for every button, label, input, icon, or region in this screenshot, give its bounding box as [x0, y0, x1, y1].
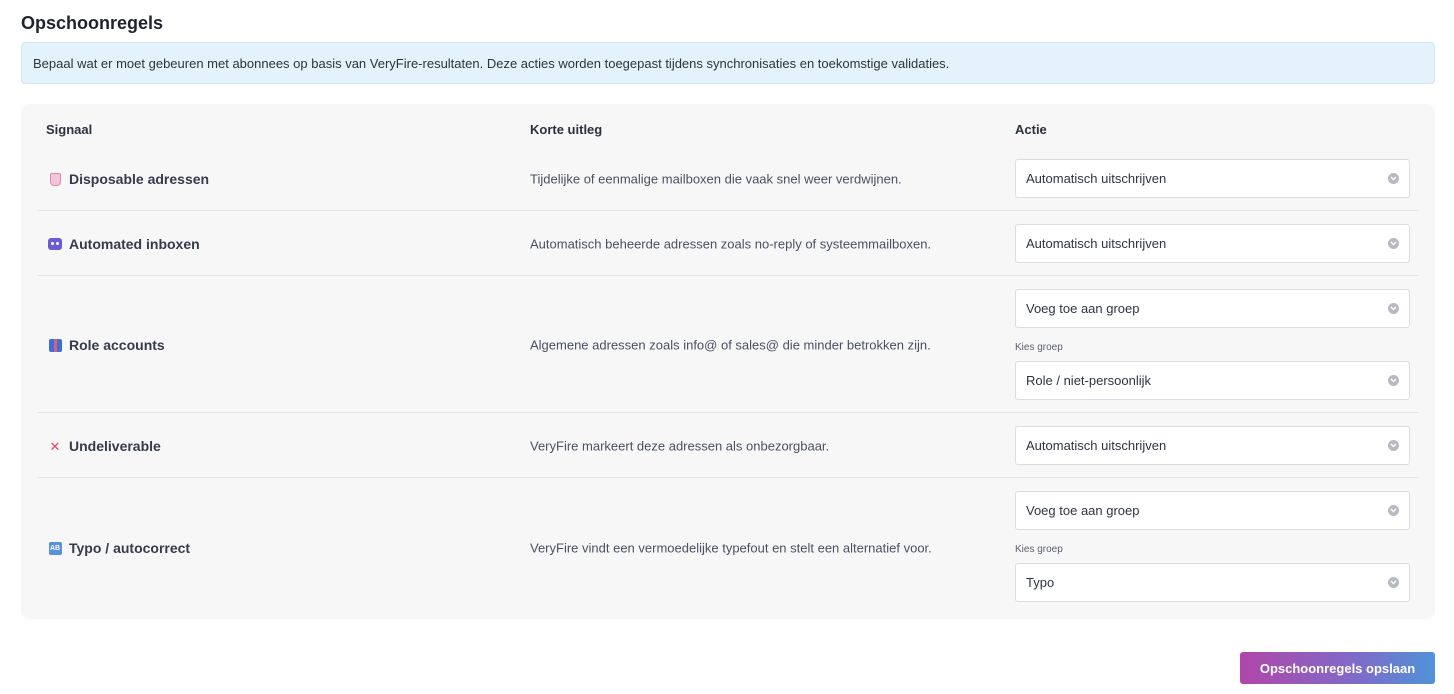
group-select-value: Typo: [1026, 575, 1055, 590]
chevron-down-icon: [1388, 303, 1399, 314]
action-select-value: Voeg toe aan groep: [1026, 503, 1140, 518]
explain-text: Automatisch beheerde adressen zoals no-r…: [530, 236, 932, 252]
action-select-value: Automatisch uitschrijven: [1026, 438, 1167, 453]
chevron-down-icon: [1388, 238, 1399, 249]
page-title: Opschoonregels: [21, 13, 164, 33]
table-row: Disposable adressen Tijdelijke of eenmal…: [37, 147, 1419, 211]
chevron-down-icon: [1388, 505, 1399, 516]
action-select[interactable]: Automatisch uitschrijven: [1015, 159, 1410, 198]
cleanup-rules-table: Signaal Korte uitleg Actie Disposable ad…: [21, 104, 1435, 619]
table-row: Role accounts Algemene adressen zoals in…: [37, 276, 1419, 413]
typo-icon: AB: [47, 540, 63, 556]
signal-cell: ✕ Undeliverable: [47, 438, 161, 454]
table-row: ✕ Undeliverable VeryFire markeert deze a…: [37, 413, 1419, 478]
robot-icon: [47, 236, 63, 252]
chevron-down-icon: [1388, 577, 1399, 588]
signal-label: Undeliverable: [69, 438, 161, 454]
explain-text: VeryFire vindt een vermoedelijke typefou…: [530, 540, 932, 556]
explain-text: Algemene adressen zoals info@ of sales@ …: [530, 337, 931, 353]
signal-label: Automated inboxen: [69, 236, 200, 252]
info-text: Bepaal wat er moet gebeuren met abonnees…: [33, 55, 950, 71]
action-select[interactable]: Voeg toe aan groep: [1015, 491, 1410, 530]
signal-cell: Role accounts: [47, 337, 165, 353]
chevron-down-icon: [1388, 173, 1399, 184]
signal-cell: Automated inboxen: [47, 236, 200, 252]
action-select-value: Voeg toe aan groep: [1026, 301, 1140, 316]
group-select[interactable]: Role / niet-persoonlijk: [1015, 361, 1410, 400]
save-button[interactable]: Opschoonregels opslaan: [1240, 652, 1435, 684]
signal-cell: Disposable adressen: [47, 171, 209, 187]
action-select[interactable]: Voeg toe aan groep: [1015, 289, 1410, 328]
disposable-icon: [47, 171, 63, 187]
explain-text: Tijdelijke of eenmalige mailboxen die va…: [530, 171, 902, 187]
group-select[interactable]: Typo: [1015, 563, 1410, 602]
action-select-value: Automatisch uitschrijven: [1026, 171, 1167, 186]
group-label: Kies groep: [1015, 342, 1063, 353]
chevron-down-icon: [1388, 375, 1399, 386]
explain-text: VeryFire markeert deze adressen als onbe…: [530, 438, 830, 454]
table-row: Automated inboxen Automatisch beheerde a…: [37, 211, 1419, 276]
chevron-down-icon: [1388, 440, 1399, 451]
signal-label: Role accounts: [69, 337, 165, 353]
action-select[interactable]: Automatisch uitschrijven: [1015, 426, 1410, 465]
signal-label: Typo / autocorrect: [69, 540, 191, 556]
table-row: AB Typo / autocorrect VeryFire vindt een…: [37, 478, 1419, 616]
header-signal: Signaal: [46, 122, 93, 137]
cross-icon: ✕: [49, 438, 61, 454]
typo-icon-glyph: AB: [48, 541, 62, 555]
header-action: Actie: [1015, 122, 1047, 137]
signal-cell: AB Typo / autocorrect: [47, 540, 190, 556]
action-select-value: Automatisch uitschrijven: [1026, 236, 1167, 251]
action-select[interactable]: Automatisch uitschrijven: [1015, 224, 1410, 263]
group-select-value: Role / niet-persoonlijk: [1026, 373, 1152, 388]
role-icon: [47, 337, 63, 353]
header-explain: Korte uitleg: [530, 122, 603, 137]
group-label: Kies groep: [1015, 544, 1063, 555]
info-banner: Bepaal wat er moet gebeuren met abonnees…: [21, 42, 1435, 84]
signal-label: Disposable adressen: [69, 171, 210, 187]
